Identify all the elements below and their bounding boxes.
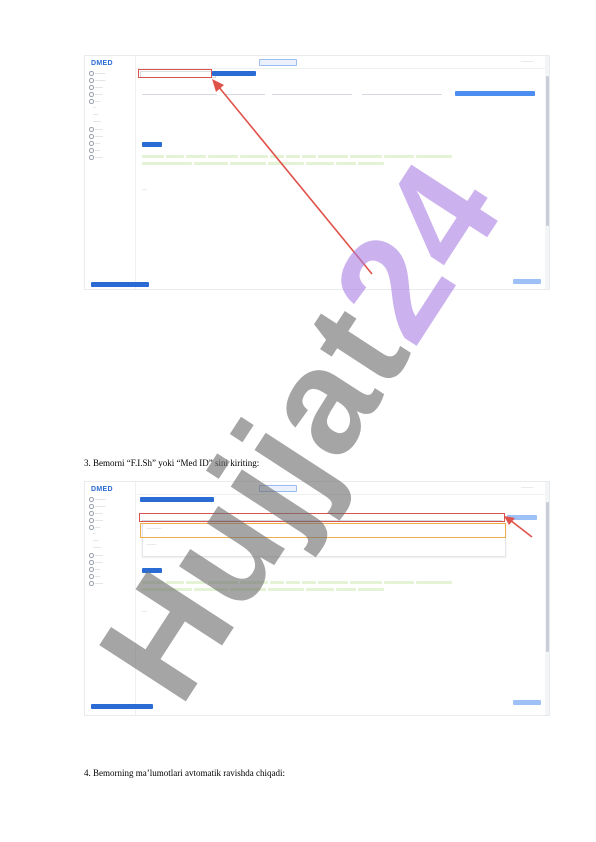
- next-button[interactable]: [513, 279, 541, 284]
- sidebar-item[interactable]: ——: [89, 148, 100, 153]
- next-button[interactable]: [513, 700, 541, 705]
- sidebar-item[interactable]: ————: [89, 71, 105, 76]
- top-bar: —————: [137, 482, 549, 495]
- sidebar-item[interactable]: ————: [89, 504, 105, 509]
- sidebar-item[interactable]: ———: [89, 155, 103, 160]
- sidebar-item[interactable]: ———: [89, 560, 103, 565]
- sidebar-item[interactable]: ———: [89, 553, 103, 558]
- scrollbar[interactable]: [545, 56, 549, 289]
- sidebar-item[interactable]: ————: [89, 497, 105, 502]
- table-header: ——: [142, 188, 147, 191]
- chip-row: [142, 588, 542, 591]
- search-submit-button[interactable]: [507, 515, 537, 520]
- main-area: ————— —————— ———— ——: [137, 482, 549, 715]
- pagination[interactable]: [451, 279, 541, 284]
- caption-step-3: 3. Bemorni “F.I.Sh” yoki “Med ID” sini k…: [84, 458, 260, 468]
- tab-search-medid[interactable]: [212, 71, 256, 76]
- highlight-box: [138, 69, 212, 78]
- chip-row: [142, 155, 542, 158]
- tab-search-medid[interactable]: [212, 497, 256, 502]
- sidebar-item[interactable]: ———: [89, 127, 103, 132]
- scrollbar[interactable]: [545, 482, 549, 715]
- dmed-logo: DMED: [91, 486, 113, 493]
- filter-tab[interactable]: [142, 568, 162, 573]
- search-submit-button[interactable]: [455, 91, 535, 96]
- sidebar-item[interactable]: ———: [89, 511, 103, 516]
- top-bar: —————: [137, 56, 549, 69]
- tab-search-name[interactable]: [140, 497, 214, 502]
- sidebar-subitem[interactable]: —: [93, 532, 96, 535]
- pagination[interactable]: [451, 700, 541, 705]
- sidebar-subitem[interactable]: ——: [93, 113, 98, 116]
- sidebar-subitem[interactable]: ———: [93, 120, 101, 123]
- topbar-user[interactable]: —————: [521, 486, 533, 489]
- sidebar-item[interactable]: ———: [89, 134, 103, 139]
- highlight-input: [139, 513, 505, 522]
- sidebar-item[interactable]: ——: [89, 141, 100, 146]
- chip-row: [142, 581, 542, 584]
- sidebar-item[interactable]: ———: [89, 581, 103, 586]
- input-field[interactable]: [225, 89, 265, 95]
- chip-row: [142, 162, 542, 165]
- main-area: ————— ——: [137, 56, 549, 289]
- sidebar: DMED ———— ———— ——— ——— —— — —— ——— ——— —…: [85, 482, 153, 715]
- input-field[interactable]: [142, 89, 217, 95]
- sidebar-item[interactable]: ———: [89, 85, 103, 90]
- search-button[interactable]: [259, 485, 297, 492]
- sidebar-item[interactable]: ————: [89, 78, 105, 83]
- sidebar-item[interactable]: ——: [89, 567, 100, 572]
- input-field[interactable]: [272, 89, 352, 95]
- sidebar-item[interactable]: ——: [89, 574, 100, 579]
- sidebar-item[interactable]: ——: [89, 525, 100, 530]
- topbar-user[interactable]: —————: [521, 60, 533, 63]
- sidebar-item[interactable]: ———: [89, 92, 103, 97]
- highlight-result: [140, 523, 506, 538]
- result-item[interactable]: ————: [147, 543, 157, 546]
- filter-tab[interactable]: [142, 142, 162, 147]
- input-field[interactable]: [362, 89, 442, 95]
- sidebar-item[interactable]: ———: [89, 518, 103, 523]
- sidebar-subitem[interactable]: —: [93, 106, 96, 109]
- table-header: ——: [142, 610, 147, 613]
- caption-step-4: 4. Bemorning ma’lumotlari avtomatik ravi…: [84, 768, 285, 778]
- search-button[interactable]: [259, 59, 297, 66]
- sidebar-item[interactable]: ——: [89, 99, 100, 104]
- sidebar-subitem[interactable]: ———: [93, 546, 101, 549]
- sidebar-subitem[interactable]: ——: [93, 539, 98, 542]
- dmed-logo: DMED: [91, 60, 113, 67]
- screenshot-patient-search-2: DMED ———— ———— ——— ——— —— — —— ——— ——— —…: [84, 481, 550, 716]
- screenshot-patient-search-1: DMED ———— ———— ——— ——— —— — —— ——— ——— —…: [84, 55, 550, 290]
- sidebar: DMED ———— ———— ——— ——— —— — —— ——— ——— —…: [85, 56, 149, 289]
